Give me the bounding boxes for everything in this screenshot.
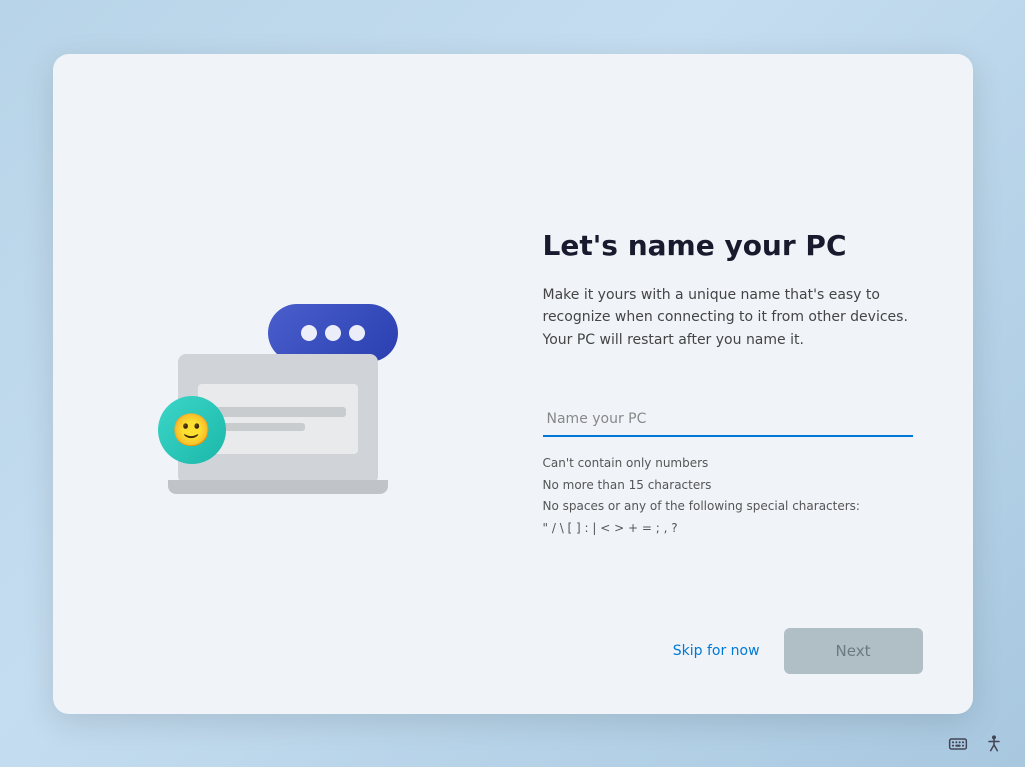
page-description: Make it yours with a unique name that's …: [543, 284, 913, 351]
hint-line-1: Can't contain only numbers: [543, 453, 913, 475]
bubble-dot-3: [349, 325, 365, 341]
keyboard-icon[interactable]: [947, 733, 969, 755]
smiley-icon: 🙂: [172, 414, 212, 446]
hint-line-3: No spaces or any of the following specia…: [543, 496, 913, 518]
accessibility-icon[interactable]: [983, 733, 1005, 755]
content-panel: Let's name your PC Make it yours with a …: [503, 54, 973, 714]
bubble-dot-2: [325, 325, 341, 341]
hint-block: Can't contain only numbers No more than …: [543, 453, 913, 539]
name-input-wrapper: [543, 401, 913, 437]
pc-illustration: 🙂: [148, 264, 408, 504]
screen-line-1: [210, 407, 346, 417]
setup-card: 🙂 Let's name your PC Make it yours with …: [53, 54, 973, 714]
chat-bubble: [268, 304, 398, 362]
emoji-face: 🙂: [158, 396, 226, 464]
bubble-dot-1: [301, 325, 317, 341]
taskbar-icons: [947, 733, 1005, 755]
footer-actions: Skip for now Next: [673, 628, 923, 674]
hint-line-2: No more than 15 characters: [543, 475, 913, 497]
laptop-base-bar: [168, 480, 388, 494]
skip-button[interactable]: Skip for now: [673, 643, 760, 659]
hint-line-4: " / \ [ ] : | < > + = ; , ?: [543, 518, 913, 540]
illustration-panel: 🙂: [53, 54, 503, 714]
next-button[interactable]: Next: [784, 628, 923, 674]
page-title: Let's name your PC: [543, 228, 913, 264]
pc-name-input[interactable]: [543, 401, 913, 437]
